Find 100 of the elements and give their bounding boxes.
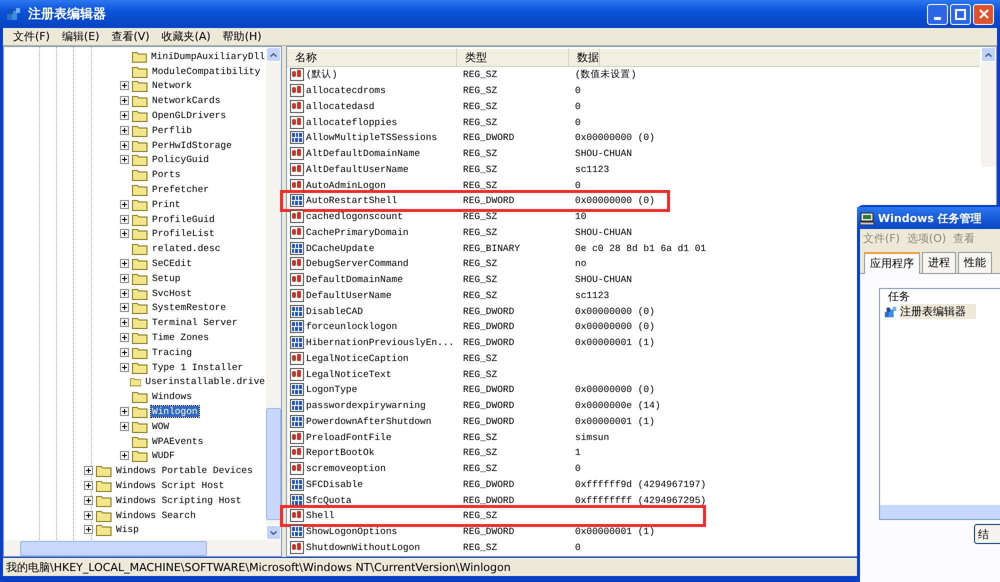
vertical-scrollbar[interactable]	[266, 47, 281, 540]
menu-item[interactable]: 查看(V)	[105, 29, 156, 44]
expand-icon[interactable]	[84, 525, 93, 534]
value-name[interactable]: LegalNoticeCaption	[287, 352, 457, 365]
expand-icon[interactable]	[84, 510, 93, 520]
tree-item[interactable]: Prefetcher	[151, 184, 210, 196]
tree-item[interactable]: Network	[151, 80, 193, 92]
value-name[interactable]: allocatedasd	[287, 100, 457, 113]
expand-icon[interactable]	[120, 303, 129, 312]
column-header[interactable]: 类型	[457, 49, 569, 66]
expand-icon[interactable]	[120, 451, 129, 460]
menu-item[interactable]: 文件(F)	[7, 29, 56, 44]
value-name[interactable]: AllowMultipleTSSessions	[287, 131, 457, 144]
list-scrollbar[interactable]	[981, 47, 996, 167]
value-name[interactable]: AutoAdminLogon	[287, 178, 457, 192]
minimize-button[interactable]	[927, 4, 948, 24]
tab[interactable]: 进程	[922, 252, 956, 273]
value-name[interactable]: ShowLogonOptions	[287, 525, 457, 538]
tree-item[interactable]: WPAEvents	[151, 436, 204, 447]
expand-icon[interactable]	[120, 407, 129, 416]
value-name[interactable]: DisableCAD	[287, 304, 457, 318]
value-name[interactable]: passwordexpirywarning	[287, 399, 457, 412]
expand-icon[interactable]	[120, 214, 129, 224]
value-name[interactable]: Shell	[287, 509, 457, 522]
horizontal-scrollbar[interactable]	[880, 505, 1000, 519]
tree-item[interactable]: related.desc	[151, 243, 222, 254]
expand-icon[interactable]	[120, 81, 129, 90]
task-item[interactable]: 注册表编辑器	[900, 304, 976, 319]
expand-icon[interactable]	[120, 111, 129, 120]
tree-item[interactable]: Ports	[151, 169, 182, 180]
expand-icon[interactable]	[120, 140, 129, 150]
expand-icon[interactable]	[120, 422, 129, 431]
tree-item[interactable]: Windows Scripting Host	[115, 494, 242, 506]
value-name[interactable]: AutoRestartShell	[287, 194, 457, 208]
value-name[interactable]: LegalNoticeText	[287, 368, 457, 381]
expand-icon[interactable]	[84, 481, 93, 490]
tree-item[interactable]: Windows Portable Devices	[115, 465, 254, 476]
tree-item[interactable]: Terminal Server	[151, 317, 239, 328]
value-name[interactable]: DebugServerCommand	[287, 257, 457, 270]
value-name[interactable]: scremoveoption	[287, 462, 457, 476]
tab[interactable]: 性能	[958, 252, 992, 273]
tab[interactable]: 应用程序	[864, 252, 920, 274]
tree-item[interactable]: SeCEdit	[151, 258, 193, 270]
tree-item[interactable]: Wisp	[115, 524, 140, 536]
expand-icon[interactable]	[120, 96, 129, 106]
expand-icon[interactable]	[120, 348, 129, 357]
tree-item[interactable]: Userinstallable.drive	[144, 376, 266, 388]
value-name[interactable]: PreloadFontFile	[287, 430, 457, 444]
expand-icon[interactable]	[120, 333, 129, 342]
value-name[interactable]: allocatecdroms	[287, 84, 457, 98]
tree-item[interactable]: MiniDumpAuxiliaryDll	[150, 50, 266, 62]
tree-item[interactable]: Windows Script Host	[115, 480, 226, 491]
value-name[interactable]: SfcQuota	[287, 494, 457, 507]
tree-item[interactable]: Setup	[151, 272, 182, 284]
value-name[interactable]: CachePrimaryDomain	[287, 226, 457, 239]
value-name[interactable]: ShutdownWithoutLogon	[287, 540, 457, 554]
column-header[interactable]: 数据	[569, 49, 600, 66]
tree-item[interactable]: Print	[151, 198, 182, 210]
expand-icon[interactable]	[120, 229, 129, 238]
column-header[interactable]: 任务	[880, 289, 1000, 304]
tree-item[interactable]: Type 1 Installer	[151, 362, 244, 373]
tree-item[interactable]: PolicyGuid	[151, 154, 210, 166]
column-header[interactable]: 名称	[287, 49, 457, 66]
tree-item[interactable]: Tracing	[151, 346, 193, 358]
tree-item[interactable]: WUDF	[151, 450, 176, 462]
tree-item[interactable]: SystemRestore	[151, 302, 228, 314]
value-name[interactable]: cachedlogonscount	[287, 210, 457, 224]
tree-item[interactable]: NetworkCards	[151, 95, 222, 106]
value-name[interactable]: ReportBootOk	[287, 446, 457, 460]
expand-icon[interactable]	[120, 288, 129, 298]
value-name[interactable]: SFCDisable	[287, 478, 457, 491]
expand-icon[interactable]	[120, 318, 129, 328]
expand-icon[interactable]	[120, 274, 129, 283]
scrollbar-thumb[interactable]	[20, 540, 207, 556]
expand-icon[interactable]	[120, 126, 129, 135]
menu-item[interactable]: 编辑(E)	[56, 29, 106, 44]
scrollbar-thumb[interactable]	[266, 408, 281, 520]
tree-item[interactable]: ProfileList	[151, 228, 216, 240]
menu-item[interactable]: 收藏夹(A)	[156, 29, 217, 44]
tree-item[interactable]: OpenGLDrivers	[151, 110, 228, 122]
expand-icon[interactable]	[120, 259, 129, 268]
expand-icon[interactable]	[84, 496, 93, 505]
tree-item[interactable]: ProfileGuid	[151, 214, 216, 225]
value-name[interactable]: allocatefloppies	[287, 116, 457, 129]
value-name[interactable]: DCacheUpdate	[287, 242, 457, 255]
value-name[interactable]: HibernationPreviouslyEn...	[287, 336, 457, 350]
value-name[interactable]: forceunlocklogon	[287, 320, 457, 334]
end-task-button[interactable]: 结	[974, 524, 1000, 544]
tree-item[interactable]: PerHwIdStorage	[151, 140, 233, 151]
tree-item[interactable]: Time Zones	[151, 332, 210, 344]
tree-item[interactable]: WOW	[151, 420, 170, 432]
expand-icon[interactable]	[120, 200, 129, 209]
tree-item[interactable]: Winlogon	[151, 406, 199, 418]
menu-item[interactable]: 帮助(H)	[216, 29, 268, 44]
tree-item[interactable]: ModuleCompatibility	[151, 66, 262, 77]
tree-item[interactable]: SvcHost	[151, 288, 193, 299]
expand-icon[interactable]	[120, 362, 129, 372]
value-name[interactable]: LogonType	[287, 383, 457, 396]
value-name[interactable]: PowerdownAfterShutdown	[287, 414, 457, 428]
maximize-button[interactable]	[950, 4, 971, 24]
